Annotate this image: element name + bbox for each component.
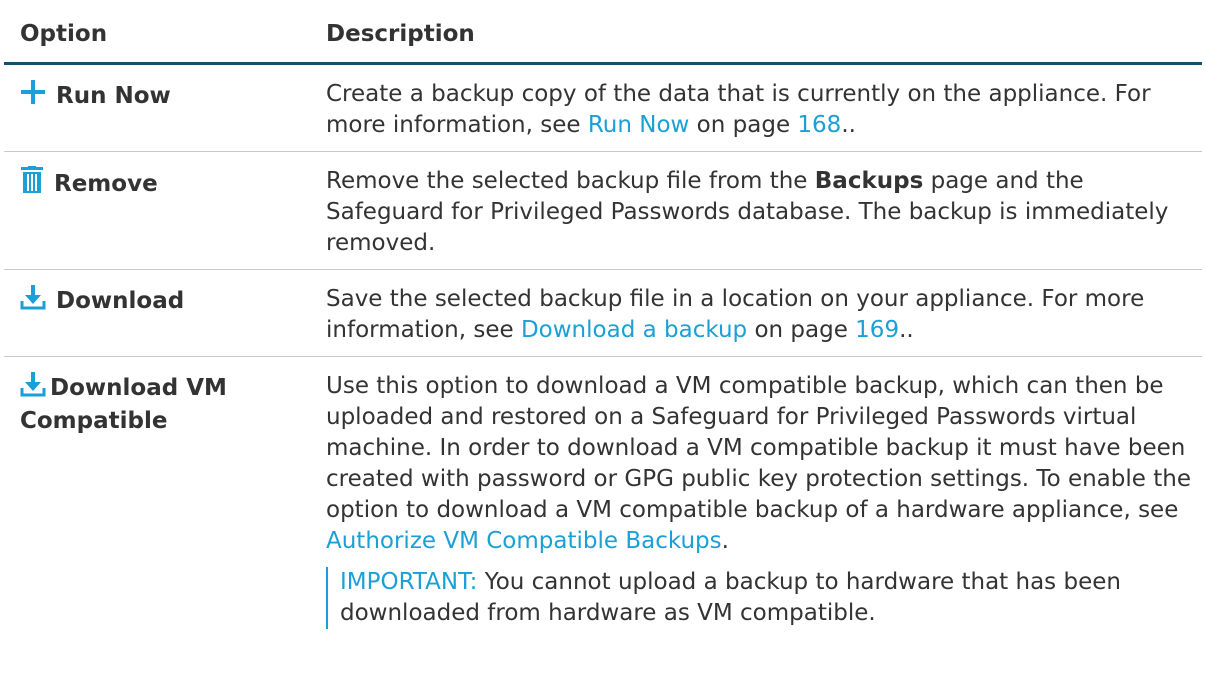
description-cell: Create a backup copy of the data that is… <box>318 63 1202 152</box>
table-row: Download VM Compatible Use this option t… <box>4 357 1202 640</box>
important-label: IMPORTANT: <box>340 569 478 595</box>
option-cell: Run Now <box>4 63 318 152</box>
plus-icon <box>20 79 46 114</box>
option-cell: Download VM Compatible <box>4 357 318 640</box>
description-cell: Use this option to download a VM compati… <box>318 357 1202 640</box>
option-column-header: Option <box>4 6 318 65</box>
option-cell: Remove <box>4 151 318 270</box>
download-icon <box>20 284 46 319</box>
download-icon <box>20 371 46 406</box>
link-download-a-backup[interactable]: Download a backup <box>521 317 747 343</box>
option-cell: Download <box>4 269 318 357</box>
table-row: Remove Remove the selected backup file f… <box>4 151 1202 270</box>
table-row: Download Save the selected backup file i… <box>4 269 1202 357</box>
table-header-row: Option Description <box>4 6 1202 65</box>
description-cell: Remove the selected backup file from the… <box>318 151 1202 270</box>
option-label: Run Now <box>56 83 171 109</box>
option-label: Download <box>56 288 185 314</box>
trash-icon <box>20 166 44 203</box>
option-label: Download VM Compatible <box>20 375 227 434</box>
table-row: Run Now Create a backup copy of the data… <box>4 63 1202 152</box>
important-note: IMPORTANT: You cannot upload a backup to… <box>326 567 1192 629</box>
options-table: Option Description Run Now Create a back… <box>4 6 1202 639</box>
link-authorize-vm-compatible-backups[interactable]: Authorize VM Compatible Backups <box>326 528 722 554</box>
link-page-169[interactable]: 169 <box>855 317 899 343</box>
description-text: Use this option to download a VM compati… <box>326 373 1191 554</box>
link-run-now[interactable]: Run Now <box>588 112 690 138</box>
description-column-header: Description <box>318 6 1202 65</box>
option-label: Remove <box>54 171 158 197</box>
description-cell: Save the selected backup file in a locat… <box>318 269 1202 357</box>
link-page-168[interactable]: 168 <box>797 112 841 138</box>
backups-page-name: Backups <box>814 168 924 194</box>
